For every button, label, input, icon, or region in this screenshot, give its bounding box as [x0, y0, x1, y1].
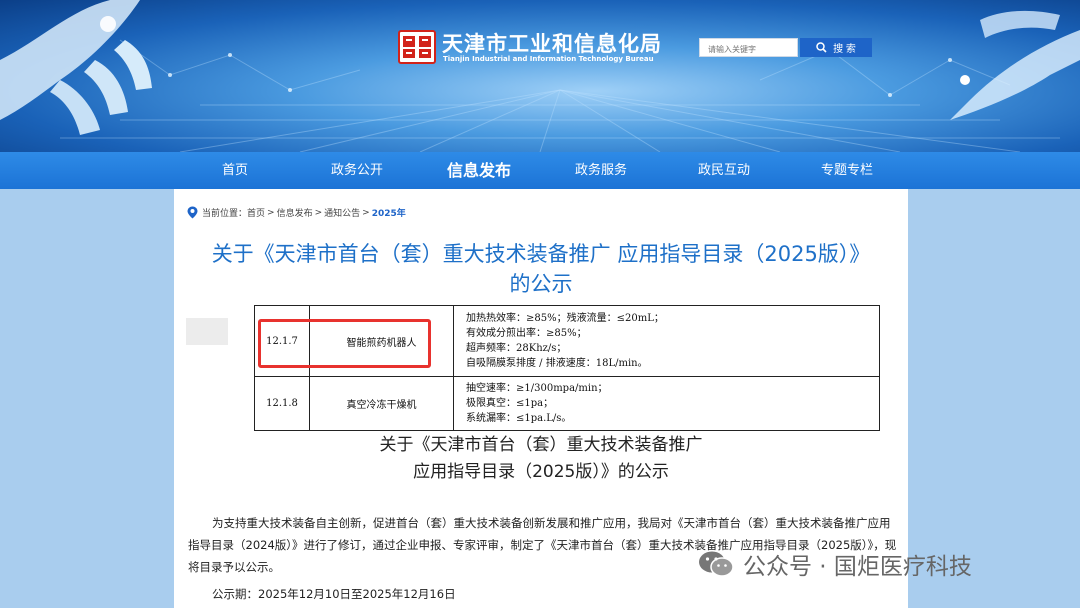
header-banner: 天津市工业和信息化局 Tianjin Industrial and Inform… [0, 0, 1080, 152]
nav-item-government-services[interactable]: 政务服务 [541, 152, 661, 189]
spec-line: 自吸隔膜泵排度 / 排液速度：18L/min。 [466, 358, 648, 370]
breadcrumb: 当前位置： 首页 > 信息发布 > 通知公告 > 2025年 [187, 206, 406, 219]
location-pin-icon [187, 206, 198, 219]
breadcrumb-item-current[interactable]: 2025年 [372, 206, 406, 219]
item-specs: 加热热效率：≥85%；残液流量：≤20mL； 有效成分煎出率：≥85%； 超声频… [453, 304, 880, 378]
notice-subtitle: 关于《天津市首台（套）重大技术装备推广 应用指导目录（2025版）》的公示 [174, 432, 908, 486]
item-name: 真空冷冻干燥机 [309, 376, 454, 431]
spec-line: 超声频率：28Khz/s； [466, 343, 567, 355]
table-row: 12.1.8 真空冷冻干燥机 抽空速率：≥1/300mpa/min； 极限真空：… [254, 376, 880, 431]
breadcrumb-separator: > [362, 207, 370, 218]
wechat-icon [699, 551, 734, 577]
site-title[interactable]: 天津市工业和信息化局 [442, 28, 662, 58]
search-button[interactable]: 搜 索 [800, 38, 872, 57]
spec-line: 极限真空：≤1pa； [466, 398, 554, 410]
breadcrumb-prefix: 当前位置： [202, 209, 248, 219]
watermark-text: 公众号 · 国炬医疗科技 [743, 554, 972, 580]
search-button-label: 搜 索 [833, 44, 856, 55]
wechat-watermark: 公众号 · 国炬医疗科技 [697, 547, 972, 581]
nav-item-public-interaction[interactable]: 政民互动 [664, 152, 784, 189]
spec-line: 抽空速率：≥1/300mpa/min； [466, 383, 608, 395]
spec-line: 加热热效率：≥85%；残液流量：≤20mL； [466, 313, 664, 325]
breadcrumb-separator: > [314, 207, 323, 218]
site-subtitle: Tianjin Industrial and Information Techn… [443, 55, 654, 63]
bureau-logo[interactable] [398, 30, 436, 64]
item-specs: 抽空速率：≥1/300mpa/min； 极限真空：≤1pa； 系统漏率：≤1pa… [453, 376, 880, 431]
publication-period: 公示期：2025年12月10日至2025年12月16日 [212, 587, 456, 601]
placeholder-block [186, 318, 228, 345]
item-code: 12.1.8 [254, 376, 310, 431]
search-icon [816, 42, 827, 53]
breadcrumb-item-information-release[interactable]: 信息发布 [277, 206, 313, 219]
breadcrumb-separator: > [267, 207, 275, 218]
page-title: 关于《天津市首台（套）重大技术装备推广 应用指导目录（2025版）》的公示 [211, 242, 871, 296]
spec-line: 系统漏率：≤1pa.L/s。 [466, 413, 572, 425]
nav-item-special-topics[interactable]: 专题专栏 [787, 152, 907, 189]
breadcrumb-item-notices[interactable]: 通知公告 [324, 206, 360, 219]
search-input[interactable] [699, 38, 798, 57]
main-nav: 首页 政务公开 信息发布 政务服务 政民互动 专题专栏 [0, 152, 1080, 189]
highlight-box [258, 319, 431, 368]
breadcrumb-item-home[interactable]: 首页 [247, 206, 265, 219]
notice-subtitle-line: 应用指导目录（2025版）》的公示 [413, 462, 669, 482]
spec-line: 有效成分煎出率：≥85%； [466, 328, 587, 340]
nav-item-government-affairs[interactable]: 政务公开 [297, 152, 417, 189]
nav-item-information-release[interactable]: 信息发布 [419, 152, 539, 189]
banner-decoration [0, 0, 1080, 152]
nav-item-home[interactable]: 首页 [175, 152, 295, 189]
notice-subtitle-line: 关于《天津市首台（套）重大技术装备推广 [379, 435, 703, 455]
